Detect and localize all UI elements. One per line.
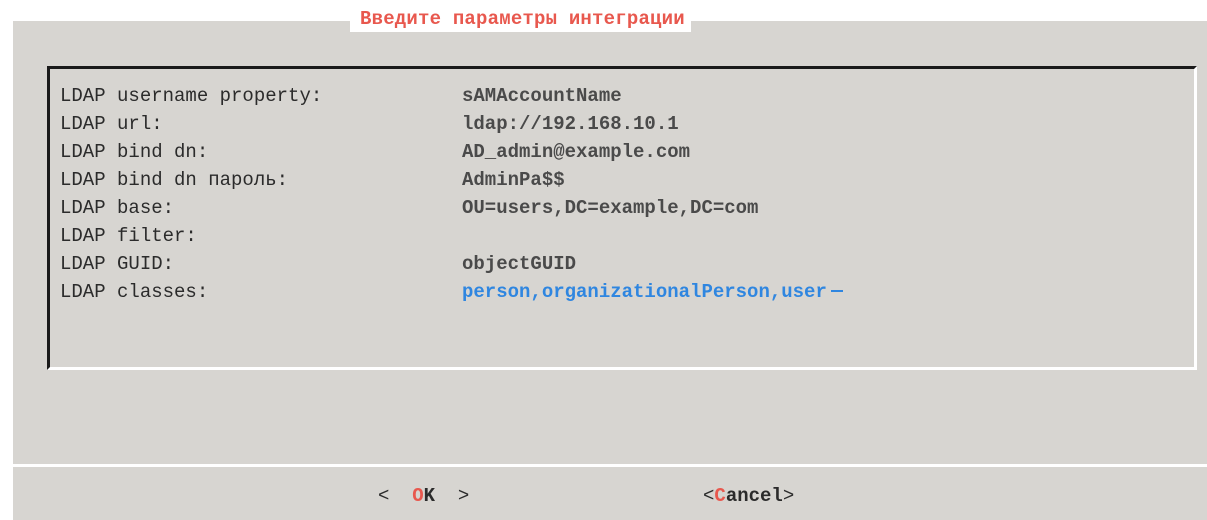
field-base[interactable]: LDAP base: OU=users,DC=example,DC=com [60, 194, 1184, 222]
integration-dialog: LDAP username property: sAMAccountName L… [10, 18, 1207, 520]
cancel-button[interactable]: <Cancel> [703, 481, 794, 511]
ok-hotkey: O [412, 485, 424, 507]
ok-button[interactable]: < OK > [378, 481, 469, 511]
field-value[interactable]: AD_admin@example.com [462, 138, 690, 166]
field-label: LDAP username property: [60, 85, 323, 107]
terminal-screen: Введите параметры интеграции LDAP userna… [0, 0, 1207, 520]
field-bind-dn-password[interactable]: LDAP bind dn пароль: AdminPa$$ [60, 166, 1184, 194]
field-label: LDAP filter: [60, 225, 197, 247]
field-username-property[interactable]: LDAP username property: sAMAccountName [60, 82, 1184, 110]
field-value[interactable]: AdminPa$$ [462, 166, 565, 194]
cancel-hotkey: C [714, 485, 726, 507]
field-value[interactable]: objectGUID [462, 250, 576, 278]
field-value[interactable]: ldap://192.168.10.1 [462, 110, 679, 138]
field-label: LDAP classes: [60, 281, 209, 303]
field-classes[interactable]: LDAP classes: person,organizationalPerso… [60, 278, 1184, 306]
field-value-active[interactable]: person,organizationalPerson,user [462, 278, 827, 306]
button-bar: < OK > <Cancel> [13, 481, 1207, 511]
field-value[interactable]: OU=users,DC=example,DC=com [462, 194, 758, 222]
dialog-title: Введите параметры интеграции [350, 6, 691, 32]
text-cursor [830, 290, 843, 292]
field-bind-dn[interactable]: LDAP bind dn: AD_admin@example.com [60, 138, 1184, 166]
field-label: LDAP GUID: [60, 253, 175, 275]
form-box: LDAP username property: sAMAccountName L… [47, 66, 1197, 370]
field-value[interactable]: sAMAccountName [462, 82, 622, 110]
field-url[interactable]: LDAP url: ldap://192.168.10.1 [60, 110, 1184, 138]
field-label: LDAP bind dn: [60, 141, 209, 163]
field-label: LDAP bind dn пароль: [60, 169, 289, 191]
field-label: LDAP url: [60, 113, 163, 135]
button-separator [13, 464, 1207, 467]
field-filter[interactable]: LDAP filter: [60, 222, 1184, 250]
form-fields: LDAP username property: sAMAccountName L… [60, 82, 1184, 306]
field-guid[interactable]: LDAP GUID: objectGUID [60, 250, 1184, 278]
field-label: LDAP base: [60, 197, 175, 219]
